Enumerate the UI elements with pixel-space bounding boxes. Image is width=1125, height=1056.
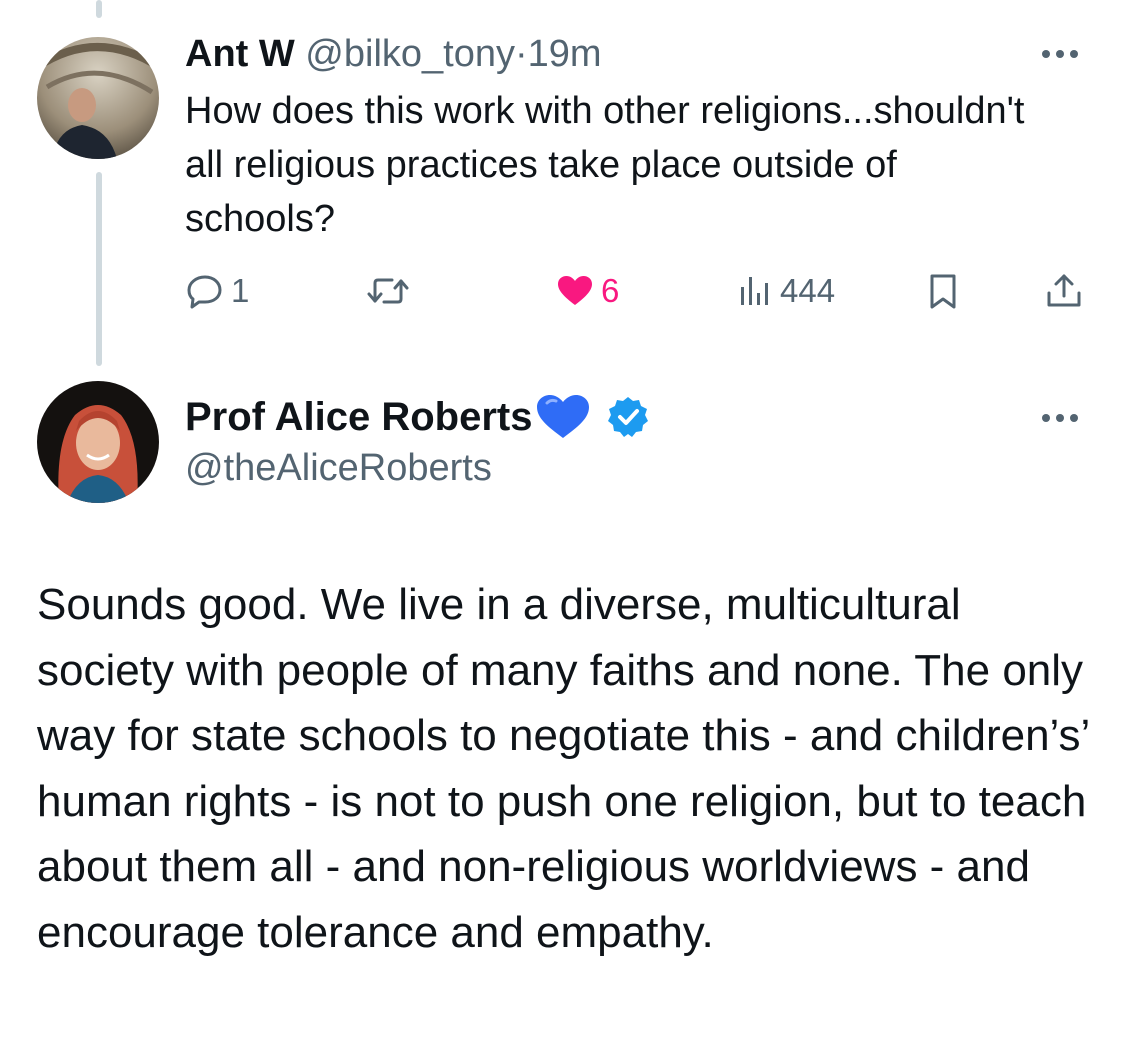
retweet-icon (367, 278, 409, 304)
author-display-name[interactable]: Prof Alice Roberts (185, 392, 532, 442)
author-handle[interactable]: @theAliceRoberts (185, 444, 492, 492)
bar-chart-icon (741, 277, 768, 305)
reply-text: How does this work with other religions.… (185, 90, 1025, 240)
more-dots-icon[interactable] (1036, 408, 1084, 428)
reply-display-name[interactable]: Ant W (185, 33, 295, 75)
speech-bubble-icon (187, 275, 222, 309)
reply-time[interactable]: 19m (528, 33, 602, 75)
blue-heart-icon (537, 395, 590, 438)
thread-connector (96, 172, 102, 366)
share-icon (1047, 274, 1081, 307)
author-name-row: Prof Alice Roberts (185, 392, 650, 442)
like-count: 6 (601, 272, 620, 309)
reply-separator: · (514, 33, 528, 75)
reply-header: Ant W @bilko_tony·19m (185, 30, 602, 78)
reply-count: 1 (231, 272, 250, 309)
bookmark-button[interactable] (925, 268, 961, 314)
reply-handle[interactable]: @bilko_tony (305, 33, 515, 75)
bookmark-icon (930, 274, 956, 309)
views-count: 444 (780, 272, 836, 309)
heart-icon (558, 276, 592, 305)
thread-connector-top (96, 0, 102, 18)
views-button[interactable]: 444 (738, 268, 835, 314)
retweet-button[interactable] (366, 268, 416, 314)
verified-badge-icon[interactable] (606, 395, 650, 439)
more-dots-icon[interactable] (1036, 44, 1084, 64)
avatar-alice-roberts[interactable] (37, 381, 159, 503)
like-button[interactable]: 6 (555, 268, 619, 314)
tweet-text: Sounds good. We live in a diverse, multi… (37, 580, 1089, 957)
avatar-ant-w[interactable] (37, 37, 159, 159)
reply-button[interactable]: 1 (185, 268, 249, 314)
share-button[interactable] (1044, 268, 1084, 314)
